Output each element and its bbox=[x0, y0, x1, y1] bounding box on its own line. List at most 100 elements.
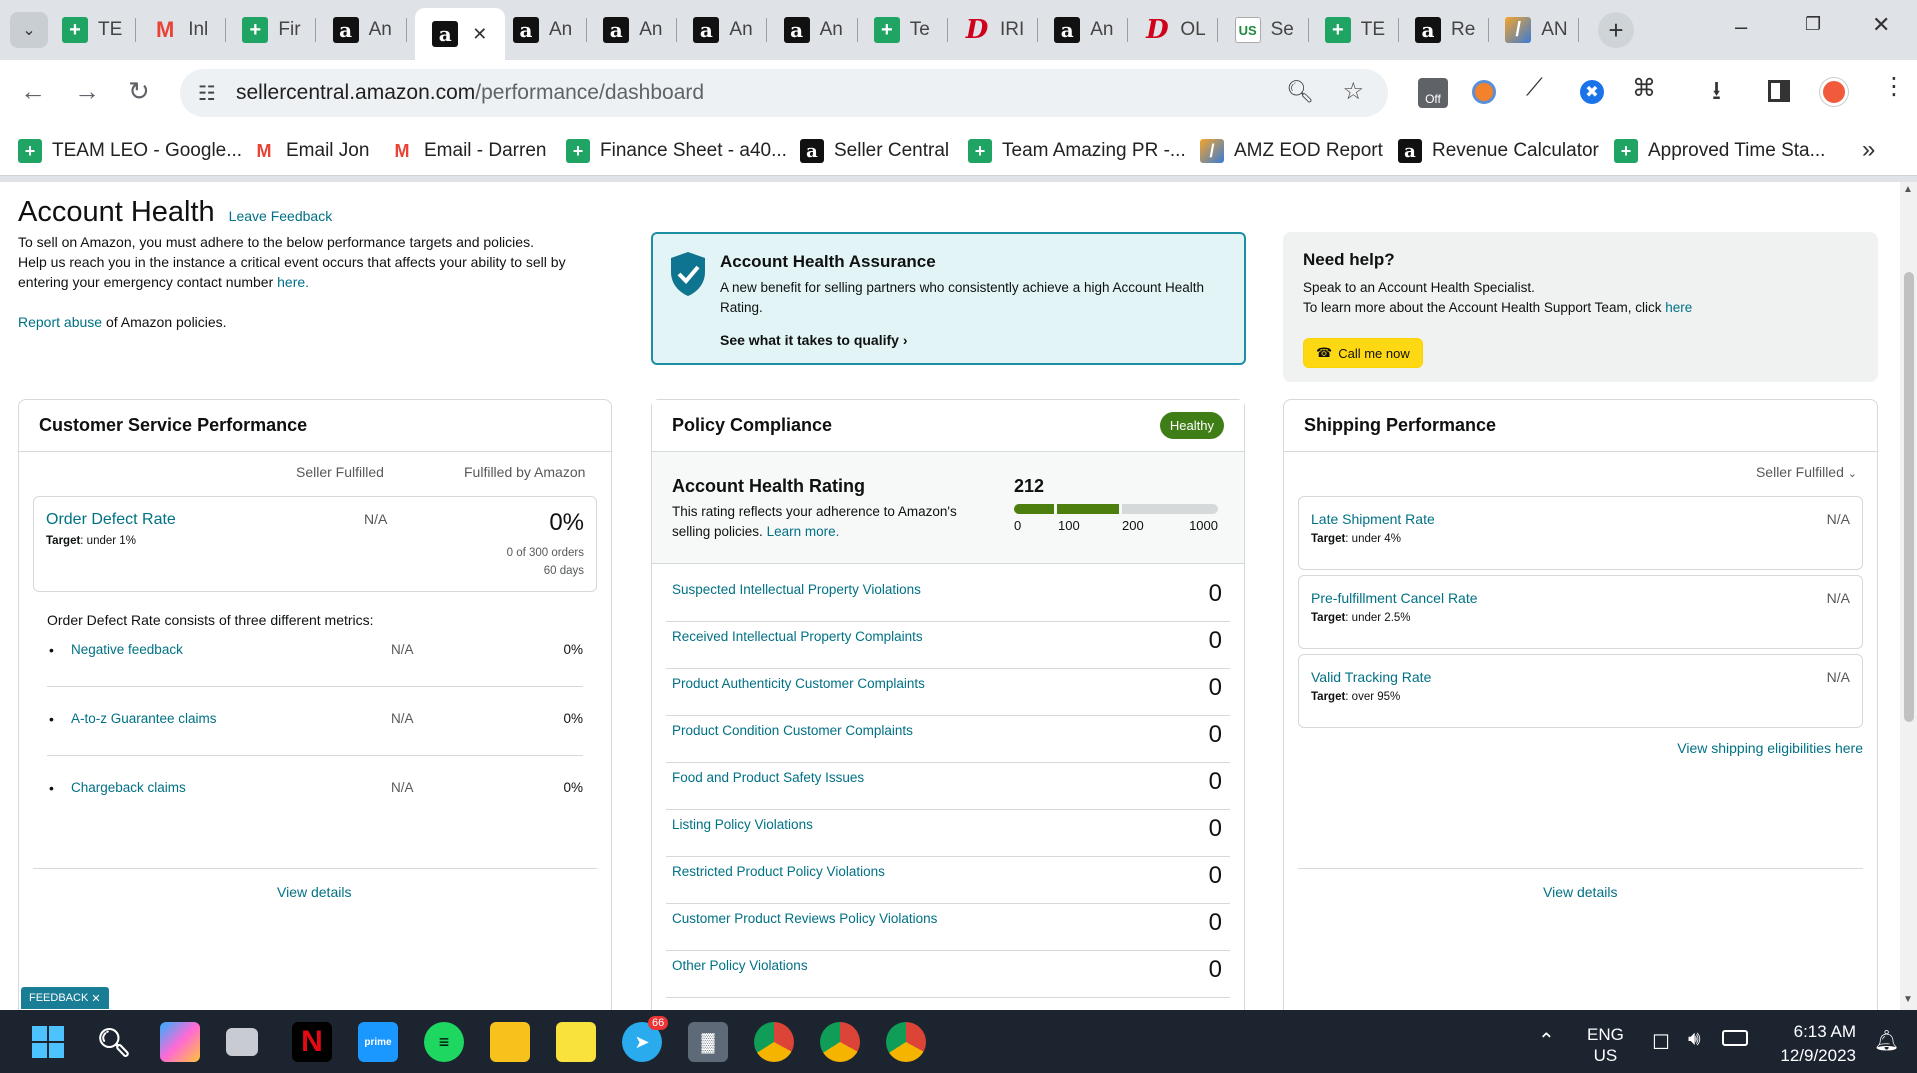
spotify-icon[interactable]: ≡ bbox=[424, 1022, 464, 1062]
omnibox[interactable]: ☷ sellercentral.amazon.com/performance/d… bbox=[180, 69, 1388, 117]
tab-6[interactable]: a An bbox=[603, 10, 678, 50]
tab-13[interactable]: US Se bbox=[1234, 10, 1309, 50]
reload-button[interactable]: ↻ bbox=[128, 76, 150, 107]
extension-orange-icon[interactable] bbox=[1472, 80, 1496, 104]
bookmark-4[interactable]: a Seller Central bbox=[800, 136, 949, 166]
shipping-metric-link[interactable]: Valid Tracking Rate bbox=[1311, 669, 1431, 685]
chrome-profile-3-icon[interactable] bbox=[886, 1022, 926, 1062]
tab-16[interactable]: / AN bbox=[1505, 10, 1580, 50]
scroll-up-icon[interactable]: ▲ bbox=[1903, 184, 1913, 195]
site-info-icon[interactable]: ☷ bbox=[198, 81, 216, 106]
assurance-qualify-link[interactable]: See what it takes to qualify › bbox=[720, 332, 908, 348]
bookmark-7[interactable]: a Revenue Calculator bbox=[1398, 136, 1599, 166]
minimize-button[interactable]: – bbox=[1735, 14, 1747, 40]
menu-kebab-icon[interactable]: ⋮ bbox=[1882, 72, 1906, 101]
download-icon[interactable]: ⭳ bbox=[1712, 72, 1721, 116]
bookmark-star-icon[interactable]: ☆ bbox=[1342, 77, 1364, 106]
tab-9[interactable]: + Te bbox=[873, 10, 948, 50]
violation-link[interactable]: Product Authenticity Customer Complaints bbox=[672, 676, 925, 691]
extensions-puzzle-icon[interactable]: ⌘ bbox=[1632, 74, 1656, 103]
shipping-eligibilities-link[interactable]: View shipping eligibilities here bbox=[1677, 740, 1863, 756]
chrome-icon[interactable] bbox=[754, 1022, 794, 1062]
bookmark-6[interactable]: / AMZ EOD Report bbox=[1200, 136, 1383, 166]
feedback-tab[interactable]: FEEDBACK ✕ bbox=[21, 987, 109, 1009]
zoom-icon[interactable]: 🔍︎ bbox=[1286, 79, 1314, 105]
battery-icon[interactable] bbox=[1722, 1030, 1748, 1046]
clock[interactable]: 6:13 AM 12/9/2023 bbox=[1772, 1020, 1856, 1068]
back-button[interactable]: ← bbox=[20, 76, 46, 107]
tab-11[interactable]: a An bbox=[1054, 10, 1129, 50]
tab-14[interactable]: + TE bbox=[1324, 10, 1399, 50]
close-tab-icon[interactable]: ✕ bbox=[472, 24, 487, 45]
shipping-view-details-link[interactable]: View details bbox=[1543, 884, 1617, 900]
close-icon[interactable]: ✕ bbox=[91, 992, 100, 1005]
bookmark-1[interactable]: M Email Jon bbox=[252, 136, 370, 166]
violation-link[interactable]: Suspected Intellectual Property Violatio… bbox=[672, 582, 921, 597]
tab-5[interactable]: a An bbox=[513, 10, 587, 50]
extension-cursor-icon[interactable]: ⟋ bbox=[1526, 74, 1543, 102]
notification-bell-icon[interactable]: 🔔︎ bbox=[1874, 1028, 1899, 1053]
scroll-down-icon[interactable]: ▼ bbox=[1903, 994, 1913, 1005]
chrome-profile-2-icon[interactable] bbox=[820, 1022, 860, 1062]
windows-start-icon[interactable] bbox=[28, 1022, 68, 1062]
close-window-button[interactable]: ✕ bbox=[1872, 12, 1890, 38]
violation-link[interactable]: Other Policy Violations bbox=[672, 958, 808, 973]
cs-metric-link[interactable]: A-to-z Guarantee claims bbox=[71, 711, 217, 726]
forward-button[interactable]: → bbox=[74, 76, 100, 107]
search-icon[interactable]: 🔍︎ bbox=[94, 1022, 134, 1062]
shipping-metric-link[interactable]: Pre-fulfillment Cancel Rate bbox=[1311, 590, 1478, 606]
tab-12[interactable]: D OL bbox=[1144, 10, 1219, 50]
tab-search-button[interactable]: ⌄ bbox=[10, 12, 48, 48]
bookmark-5[interactable]: + Team Amazing PR -... bbox=[968, 136, 1186, 166]
violation-link[interactable]: Product Condition Customer Complaints bbox=[672, 723, 913, 738]
tab-8[interactable]: a An bbox=[783, 10, 858, 50]
volume-icon[interactable]: 🔊︎ bbox=[1688, 1028, 1701, 1051]
extension-off-icon[interactable]: Off bbox=[1418, 78, 1448, 108]
violation-link[interactable]: Listing Policy Violations bbox=[672, 817, 813, 832]
copilot-icon[interactable] bbox=[160, 1022, 200, 1062]
scrollbar-thumb[interactable] bbox=[1904, 272, 1914, 722]
language-indicator[interactable]: ENG US bbox=[1587, 1024, 1624, 1066]
network-icon[interactable]: ☐ bbox=[1652, 1030, 1670, 1055]
report-abuse-link[interactable]: Report abuse bbox=[18, 314, 102, 330]
tab-3[interactable]: a An bbox=[332, 10, 407, 50]
tab-4[interactable]: a ✕ bbox=[414, 8, 505, 60]
tab-7[interactable]: a An bbox=[693, 10, 768, 50]
restore-button[interactable]: ❐ bbox=[1805, 14, 1821, 35]
bookmark-0[interactable]: + TEAM LEO - Google... bbox=[18, 136, 242, 166]
task-view-icon[interactable] bbox=[226, 1028, 258, 1056]
bookmark-8[interactable]: + Approved Time Sta... bbox=[1614, 136, 1825, 166]
calculator-icon[interactable]: ▓ bbox=[688, 1022, 728, 1062]
violation-link[interactable]: Received Intellectual Property Complaint… bbox=[672, 629, 923, 644]
side-panel-icon[interactable] bbox=[1768, 80, 1790, 102]
cs-metric-link[interactable]: Negative feedback bbox=[71, 642, 183, 657]
profile-avatar[interactable] bbox=[1820, 78, 1848, 106]
learn-more-link[interactable]: Learn more. bbox=[767, 524, 840, 539]
cs-view-details-link[interactable]: View details bbox=[277, 884, 351, 900]
order-defect-rate-link[interactable]: Order Defect Rate bbox=[46, 511, 176, 529]
shipping-metric-link[interactable]: Late Shipment Rate bbox=[1311, 511, 1435, 527]
file-explorer-icon[interactable] bbox=[490, 1022, 530, 1062]
bookmarks-overflow-icon[interactable]: » bbox=[1862, 136, 1875, 164]
bookmark-2[interactable]: M Email - Darren bbox=[390, 136, 547, 166]
netflix-icon[interactable]: N bbox=[292, 1022, 332, 1062]
leave-feedback-link[interactable]: Leave Feedback bbox=[229, 208, 333, 224]
sticky-notes-icon[interactable] bbox=[556, 1022, 596, 1062]
tab-2[interactable]: + Fir bbox=[242, 10, 317, 50]
prime-video-icon[interactable]: prime bbox=[358, 1022, 398, 1062]
tab-1[interactable]: M Inl bbox=[152, 10, 227, 50]
call-me-now-button[interactable]: ☎ Call me now bbox=[1303, 338, 1423, 368]
violation-link[interactable]: Restricted Product Policy Violations bbox=[672, 864, 885, 879]
emergency-contact-link[interactable]: here. bbox=[277, 274, 309, 290]
support-team-link[interactable]: here bbox=[1665, 300, 1692, 315]
cs-metric-link[interactable]: Chargeback claims bbox=[71, 780, 186, 795]
bookmark-3[interactable]: + Finance Sheet - a40... bbox=[566, 136, 787, 166]
new-tab-button[interactable]: + bbox=[1598, 12, 1634, 48]
tab-0[interactable]: + TE bbox=[62, 10, 136, 50]
tab-10[interactable]: D IRI bbox=[964, 10, 1038, 50]
page-scrollbar[interactable]: ▲ ▼ bbox=[1900, 182, 1917, 1010]
extension-blue-icon[interactable]: ✖ bbox=[1580, 80, 1604, 104]
violation-link[interactable]: Food and Product Safety Issues bbox=[672, 770, 864, 785]
tray-chevron-up-icon[interactable]: ⌃ bbox=[1538, 1028, 1555, 1053]
violation-link[interactable]: Customer Product Reviews Policy Violatio… bbox=[672, 911, 937, 926]
